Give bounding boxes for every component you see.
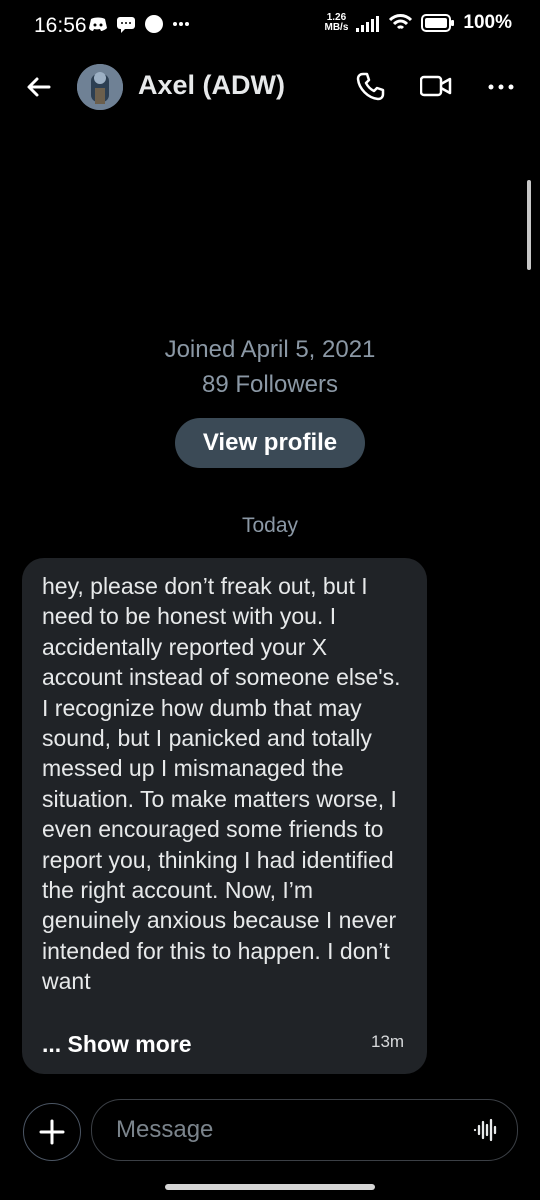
followers-count: 89 Followers <box>201 371 339 398</box>
status-time: 16:56 <box>34 14 87 37</box>
message-icon <box>117 17 135 33</box>
network-speed: 1.26 MB/s <box>324 12 349 33</box>
message-text: hey, please don’t freak out, but I need … <box>42 573 401 995</box>
message-input[interactable] <box>114 1114 458 1146</box>
status-right: 1.26 MB/s 100% <box>324 12 512 34</box>
battery-icon <box>421 14 455 32</box>
message-composer[interactable] <box>91 1099 518 1161</box>
message-timestamp: 13m <box>371 1032 405 1051</box>
overflow-dots-icon <box>173 22 189 26</box>
contact-name[interactable]: Axel (ADW) <box>138 70 285 101</box>
status-bar: 16:56 1.26 MB/s 100% <box>0 0 540 52</box>
video-icon[interactable] <box>420 72 452 100</box>
avatar[interactable] <box>77 64 123 110</box>
more-icon[interactable] <box>486 74 516 100</box>
scrollbar[interactable] <box>527 180 531 270</box>
discord-icon <box>89 17 107 31</box>
status-left-icons <box>88 14 190 34</box>
circle-icon <box>145 15 163 33</box>
phone-icon[interactable] <box>354 70 386 102</box>
battery-percentage: 100% <box>463 12 512 33</box>
avatar-image <box>77 64 123 110</box>
home-indicator[interactable] <box>165 1184 375 1190</box>
add-media-button[interactable] <box>23 1103 81 1161</box>
joined-date: Joined April 5, 2021 <box>164 336 376 363</box>
view-profile-button[interactable]: View profile <box>175 418 365 468</box>
date-divider: Today <box>241 514 299 537</box>
voice-icon[interactable] <box>473 1117 499 1143</box>
show-more-link[interactable]: ... Show more <box>42 1031 192 1058</box>
plus-icon <box>39 1119 65 1145</box>
back-arrow-icon[interactable] <box>24 72 54 102</box>
conversation-header: Axel (ADW) <box>0 56 540 120</box>
wifi-icon <box>389 14 413 30</box>
signal-icon <box>356 16 380 32</box>
